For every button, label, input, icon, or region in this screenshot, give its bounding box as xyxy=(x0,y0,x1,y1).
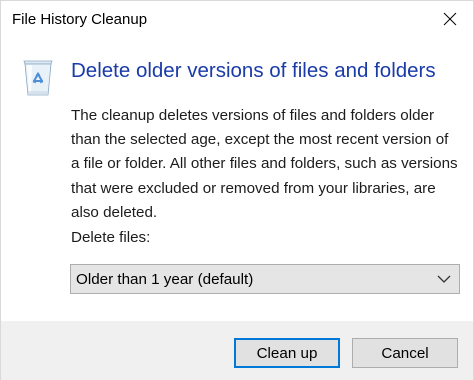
dropdown-selected-value: Older than 1 year (default) xyxy=(76,271,254,288)
delete-files-dropdown[interactable]: Older than 1 year (default) xyxy=(70,264,460,294)
dialog-heading: Delete older versions of files and folde… xyxy=(71,59,436,82)
file-history-cleanup-dialog: File History Cleanup Delete older versio… xyxy=(0,0,474,380)
close-icon xyxy=(443,12,457,26)
window-title: File History Cleanup xyxy=(12,11,148,28)
recycle-bin-icon xyxy=(23,60,53,96)
cancel-button[interactable]: Cancel xyxy=(352,338,458,368)
close-button[interactable] xyxy=(427,1,473,37)
dialog-description: The cleanup deletes versions of files an… xyxy=(71,107,458,221)
chevron-down-icon xyxy=(437,275,451,283)
clean-up-button[interactable]: Clean up xyxy=(234,338,340,368)
delete-files-label: Delete files: xyxy=(71,229,151,246)
dialog-footer: Clean up Cancel xyxy=(1,321,473,380)
title-bar: File History Cleanup xyxy=(1,1,473,41)
dialog-content: Delete older versions of files and folde… xyxy=(1,41,473,321)
